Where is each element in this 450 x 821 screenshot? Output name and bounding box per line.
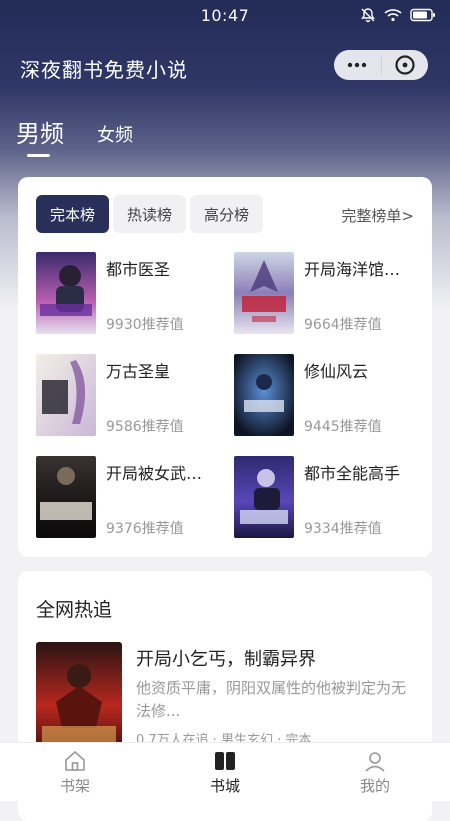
tab-male-channel[interactable]: 男频	[16, 114, 64, 149]
book-cover	[36, 456, 96, 538]
book-score: 9586推荐值	[106, 419, 184, 435]
book-title: 都市医圣	[106, 260, 171, 279]
ranking-book-item[interactable]: 万古圣皇 9586推荐值	[36, 354, 226, 438]
ranking-book-item[interactable]: 都市医圣 9930推荐值	[36, 252, 226, 336]
book-title: 开局海洋馆…	[304, 260, 401, 279]
book-score: 9664推荐值	[304, 317, 382, 333]
book-score: 9376推荐值	[106, 521, 184, 537]
tab-hot-ranking[interactable]: 热读榜	[113, 195, 187, 233]
channel-tabs: 男频 女频	[0, 112, 450, 162]
book-cover	[36, 354, 96, 436]
section-title: 全网热追	[36, 599, 113, 621]
active-tab-indicator	[27, 154, 50, 157]
ranking-tabs: 完本榜 热读榜 高分榜	[36, 195, 264, 233]
book-cover	[234, 456, 294, 538]
bottom-tab-bar: 书架 书城 我的	[0, 742, 450, 801]
more-button[interactable]	[334, 50, 381, 80]
book-title: 开局被女武…	[106, 464, 203, 483]
tab-mine[interactable]: 我的	[300, 743, 450, 801]
book-score: 9445推荐值	[304, 419, 382, 435]
ranking-book-item[interactable]: 都市全能高手 9334推荐值	[234, 456, 424, 540]
book-title: 都市全能高手	[304, 464, 401, 483]
user-icon	[365, 752, 385, 772]
tab-label: 书架	[59, 777, 90, 795]
hot-book-title[interactable]: 开局小乞丐，制霸异界	[136, 645, 316, 671]
close-circle-icon	[395, 55, 415, 75]
tab-label: 书城	[209, 777, 240, 795]
book-title: 修仙风云	[304, 362, 369, 381]
battery-icon	[410, 8, 435, 22]
book-title: 万古圣皇	[106, 362, 171, 381]
tab-high-score-ranking[interactable]: 高分榜	[190, 195, 264, 233]
ranking-book-item[interactable]: 开局海洋馆… 9664推荐值	[234, 252, 424, 336]
tab-bookstore[interactable]: 书城	[150, 743, 300, 801]
tab-label: 我的	[359, 777, 390, 795]
ranking-book-item[interactable]: 修仙风云 9445推荐值	[234, 354, 424, 438]
status-icons	[360, 7, 436, 23]
hot-book-cover[interactable]	[36, 642, 122, 758]
app-bar: 深夜翻书免费小说	[0, 44, 450, 90]
ranking-book-item[interactable]: 开局被女武… 9376推荐值	[36, 456, 226, 540]
house-icon	[65, 751, 85, 771]
status-bar: 10:47	[0, 0, 450, 30]
wifi-icon	[384, 9, 402, 22]
tab-completed-ranking[interactable]: 完本榜	[36, 195, 110, 233]
full-ranking-link[interactable]: 完整榜单>	[341, 205, 414, 226]
app-title: 深夜翻书免费小说	[20, 58, 188, 82]
more-dots-icon	[348, 62, 367, 68]
tab-female-channel[interactable]: 女频	[97, 121, 133, 147]
book-score: 9334推荐值	[304, 521, 382, 537]
miniprogram-capsule	[334, 50, 428, 80]
book-icon	[215, 752, 235, 770]
book-cover	[234, 252, 294, 334]
book-score: 9930推荐值	[106, 317, 184, 333]
book-cover	[234, 354, 294, 436]
hot-book-description: 他资质平庸，阴阳双属性的他被判定为无法修...	[136, 679, 407, 720]
book-cover	[36, 252, 96, 334]
mute-bell-icon	[361, 8, 375, 23]
close-button[interactable]	[381, 50, 428, 80]
ranking-card: 完本榜 热读榜 高分榜 完整榜单> 都市医圣 9930推荐值 开局海洋馆… 96…	[18, 177, 432, 557]
tab-bookshelf[interactable]: 书架	[0, 743, 150, 801]
